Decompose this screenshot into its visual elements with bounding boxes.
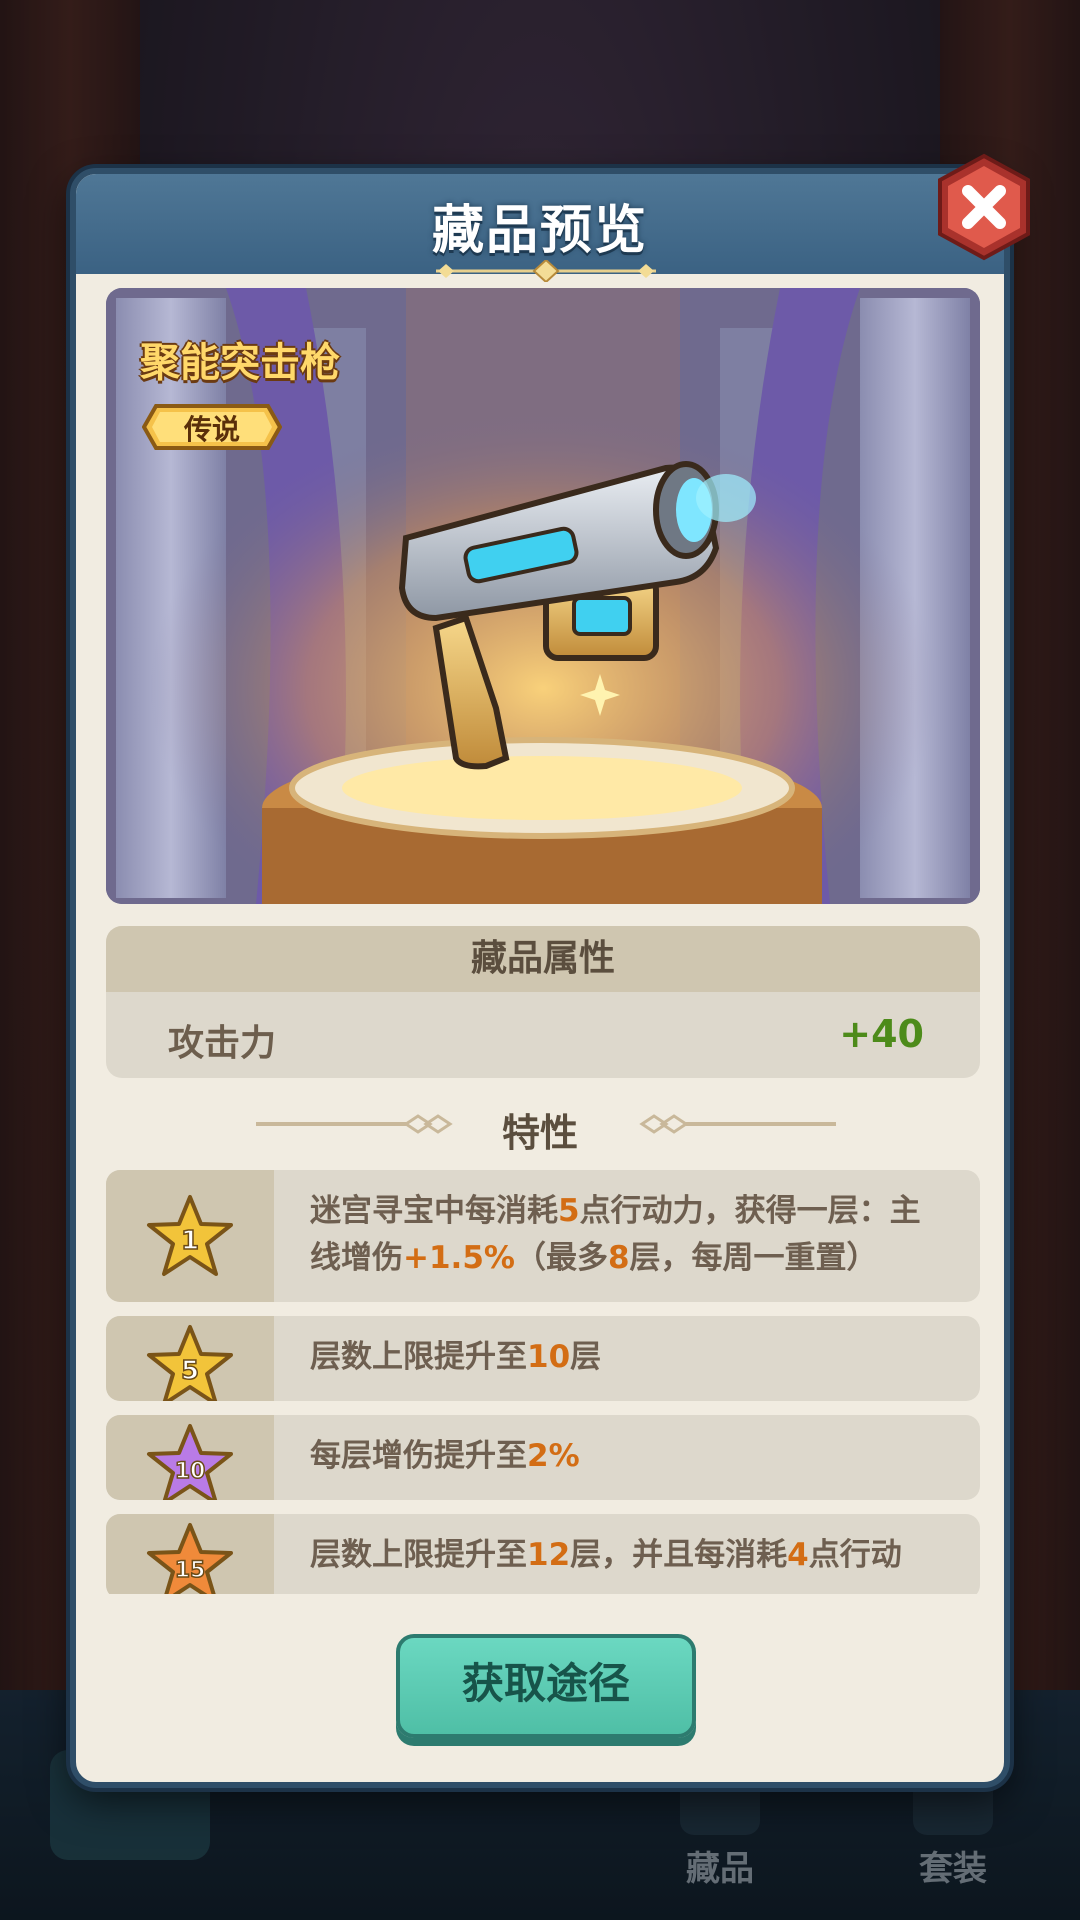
traits-ornament-right [639, 1114, 836, 1134]
trait-row: 10 每层增伤提升至2% [106, 1415, 980, 1500]
trait-description: 层数上限提升至10层 [310, 1339, 602, 1375]
obtain-route-button[interactable]: 获取途径 [396, 1634, 696, 1738]
traits-title: 特性 [501, 1111, 578, 1155]
trait-description: 层数上限提升至12层，并且每消耗4点行动 [310, 1537, 902, 1573]
collection-preview-modal: 藏品预览 聚能突击枪 传说 藏品属性 攻击力 +40 特性 1 迷宫寻宝中每消耗… [70, 153, 1030, 1788]
trait-level-cell: 10 [106, 1415, 274, 1500]
attribute-name: 攻击力 [168, 1023, 277, 1064]
star-level-number: 10 [175, 1459, 206, 1484]
trait-row: 1 迷宫寻宝中每消耗5点行动力，获得一层：主线增伤+1.5%（最多8层，每周一重置… [106, 1170, 980, 1302]
rarity-label: 传说 [183, 413, 240, 446]
star-level-icon: 10 [147, 1424, 233, 1500]
star-level-icon: 5 [147, 1325, 233, 1401]
close-button[interactable] [934, 152, 1034, 262]
trait-list[interactable]: 1 迷宫寻宝中每消耗5点行动力，获得一层：主线增伤+1.5%（最多8层，每周一重置… [106, 1170, 980, 1594]
star-level-icon: 15 [147, 1523, 233, 1594]
star-level-number: 15 [175, 1558, 206, 1583]
trait-level-cell: 5 [106, 1316, 274, 1401]
item-name: 聚能突击枪 [140, 340, 340, 386]
modal-title: 藏品预览 [431, 201, 648, 261]
attribute-value: +40 [839, 1012, 924, 1056]
star-level-number: 5 [181, 1356, 199, 1386]
modal-header: 藏品预览 [76, 174, 1004, 274]
attribute-row: 攻击力 +40 [106, 992, 980, 1078]
rarity-badge: 传说 [142, 402, 282, 452]
trait-row: 15 层数上限提升至12层，并且每消耗4点行动 [106, 1514, 980, 1594]
item-showcase: 聚能突击枪 传说 [106, 288, 980, 904]
attribute-header: 藏品属性 [106, 926, 980, 992]
trait-level-cell: 1 [106, 1170, 274, 1302]
trait-row: 5 层数上限提升至10层 [106, 1316, 980, 1401]
trait-level-cell: 15 [106, 1514, 274, 1594]
header-ornament [436, 260, 656, 282]
star-level-number: 1 [181, 1226, 199, 1256]
trait-description: 迷宫寻宝中每消耗5点行动力，获得一层：主线增伤+1.5%（最多8层，每周一重置） [310, 1193, 921, 1276]
trait-description: 每层增伤提升至2% [310, 1438, 580, 1474]
star-level-icon: 1 [147, 1195, 233, 1276]
attribute-panel: 藏品属性 攻击力 +40 [106, 926, 980, 1078]
